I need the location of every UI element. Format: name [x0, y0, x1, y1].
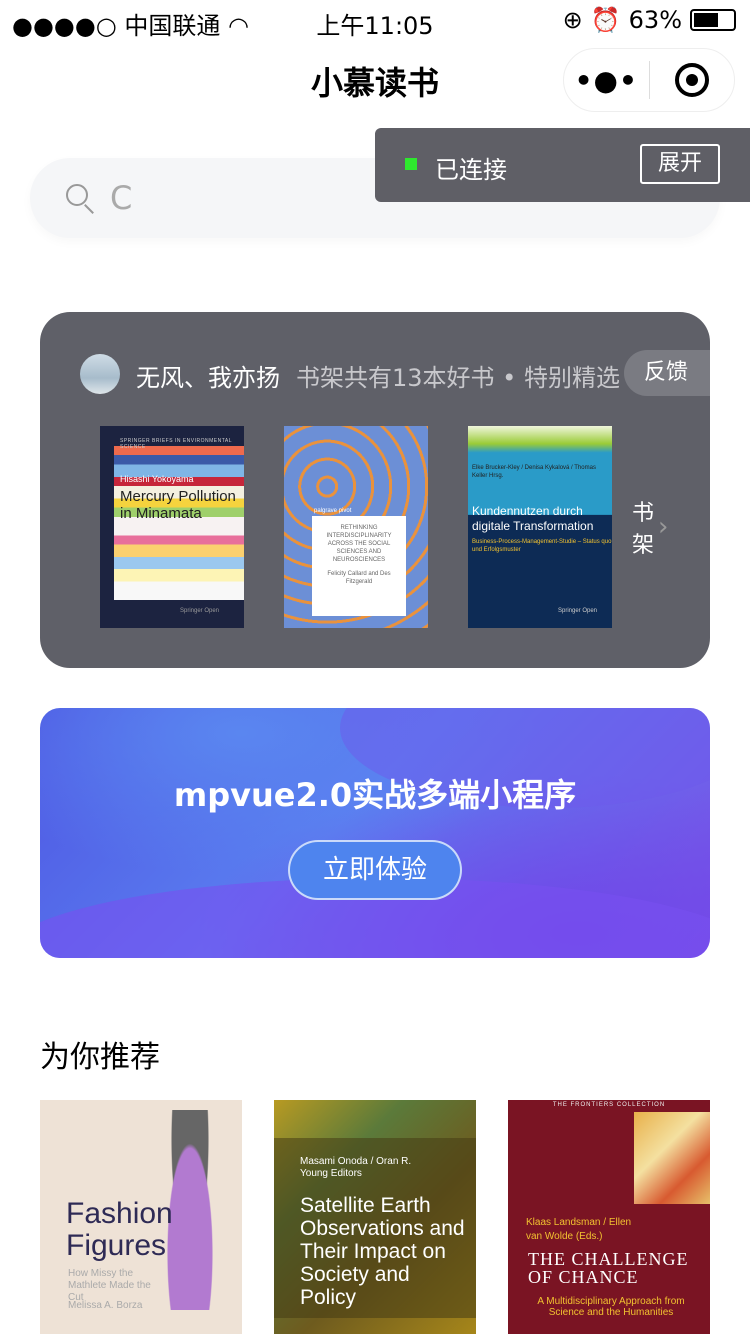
book-title: THE CHALLENGE OF CHANCE — [528, 1249, 689, 1287]
book-title: Fashion Figures — [66, 1197, 173, 1262]
book-subtitle: Business-Process-Management-Studie – Sta… — [472, 539, 612, 553]
more-button[interactable]: •●• — [564, 49, 649, 111]
section-title: 为你推荐 — [40, 1040, 160, 1075]
shelf-info: 书架共有13本好书 • 特别精选 — [296, 364, 620, 392]
book-author: Hisashi Yokoyama — [120, 474, 194, 484]
book-author: Elke Brucker-Kley / Denisa Kykalová / Th… — [472, 465, 596, 479]
shelf-link[interactable]: 书架 — [632, 498, 656, 562]
rotation-lock-icon: ⊕ — [562, 6, 583, 34]
recommended-book-cover[interactable]: THE FRONTIERS COLLECTION Klaas Landsman … — [508, 1100, 710, 1334]
cover-art — [634, 1112, 710, 1204]
try-now-button[interactable]: 立即体验 — [288, 840, 462, 900]
book-series: SPRINGER BRIEFS IN ENVIRONMENTAL SCIENCE — [120, 438, 232, 450]
avatar[interactable] — [80, 354, 120, 394]
book-series: THE FRONTIERS COLLECTION — [552, 1102, 666, 1108]
miniprogram-capsule: •●• — [563, 48, 735, 112]
bookshelf-card[interactable]: 无风、我亦扬 书架共有13本好书 • 特别精选 反馈 SPRINGER BRIE… — [40, 312, 710, 668]
close-button[interactable] — [650, 49, 735, 111]
more-icon: •●• — [574, 63, 638, 97]
search-icon — [66, 184, 88, 206]
shelf-book-cover[interactable]: palgrave pivot RETHINKING INTERDISCIPLIN… — [284, 426, 428, 628]
status-right: ⊕ ⏰ 63% — [563, 6, 736, 34]
book-author: Masami Onoda / Oran R. Young Editors — [300, 1156, 412, 1179]
book-title: Mercury Pollution in Minamata — [120, 488, 236, 522]
banner-title: mpvue2.0实战多端小程序 — [173, 776, 577, 814]
recommended-book-cover[interactable]: Fashion Figures How Missy the Mathlete M… — [40, 1100, 242, 1334]
battery-percent: 63% — [628, 6, 682, 34]
book-publisher: Springer Open — [558, 608, 598, 614]
book-author: Felicity Callard and Des Fitzgerald — [327, 571, 391, 585]
book-imprint: palgrave pivot — [314, 508, 352, 514]
battery-icon — [690, 9, 736, 31]
target-icon — [674, 63, 709, 97]
book-author: Klaas Landsman / Ellen van Wolde (Eds.) — [526, 1217, 632, 1242]
status-bar: ●●●●○ 中国联通 ◠ 上午11:05 ⊕ ⏰ 63% — [0, 0, 750, 40]
debug-connection-toast: 已连接 展开 — [375, 128, 750, 202]
alarm-icon: ⏰ — [590, 6, 621, 34]
title-box: RETHINKING INTERDISCIPLINARITY ACROSS TH… — [312, 516, 406, 616]
book-author: Melissa A. Borza — [68, 1300, 143, 1311]
book-title: RETHINKING INTERDISCIPLINARITY ACROSS TH… — [326, 525, 392, 563]
book-publisher: Springer Open — [180, 608, 220, 614]
connection-status: 已连接 — [435, 156, 507, 184]
shelf-book-cover[interactable]: SPRINGER BRIEFS IN ENVIRONMENTAL SCIENCE… — [100, 426, 244, 628]
book-subtitle: How Missy the Mathlete Made the Cut — [68, 1268, 151, 1303]
feedback-button[interactable]: 反馈 — [624, 350, 710, 396]
book-subtitle: A Multidisciplinary Approach from Scienc… — [537, 1296, 685, 1318]
cover-art — [114, 446, 244, 600]
book-title: Kundennutzen durch digitale Transformati… — [472, 504, 594, 533]
recommended-book-cover[interactable]: Masami Onoda / Oran R. Young Editors Sat… — [274, 1100, 476, 1334]
book-title: Satellite Earth Observations and Their I… — [300, 1194, 465, 1309]
shelf-book-cover[interactable]: Elke Brucker-Kley / Denisa Kykalová / Th… — [468, 426, 612, 628]
expand-button[interactable]: 展开 — [640, 144, 720, 184]
promo-banner[interactable]: mpvue2.0实战多端小程序 立即体验 — [40, 708, 710, 958]
chevron-right-icon[interactable]: › — [658, 512, 668, 542]
connected-indicator-icon — [405, 158, 417, 170]
username: 无风、我亦扬 — [136, 364, 280, 392]
